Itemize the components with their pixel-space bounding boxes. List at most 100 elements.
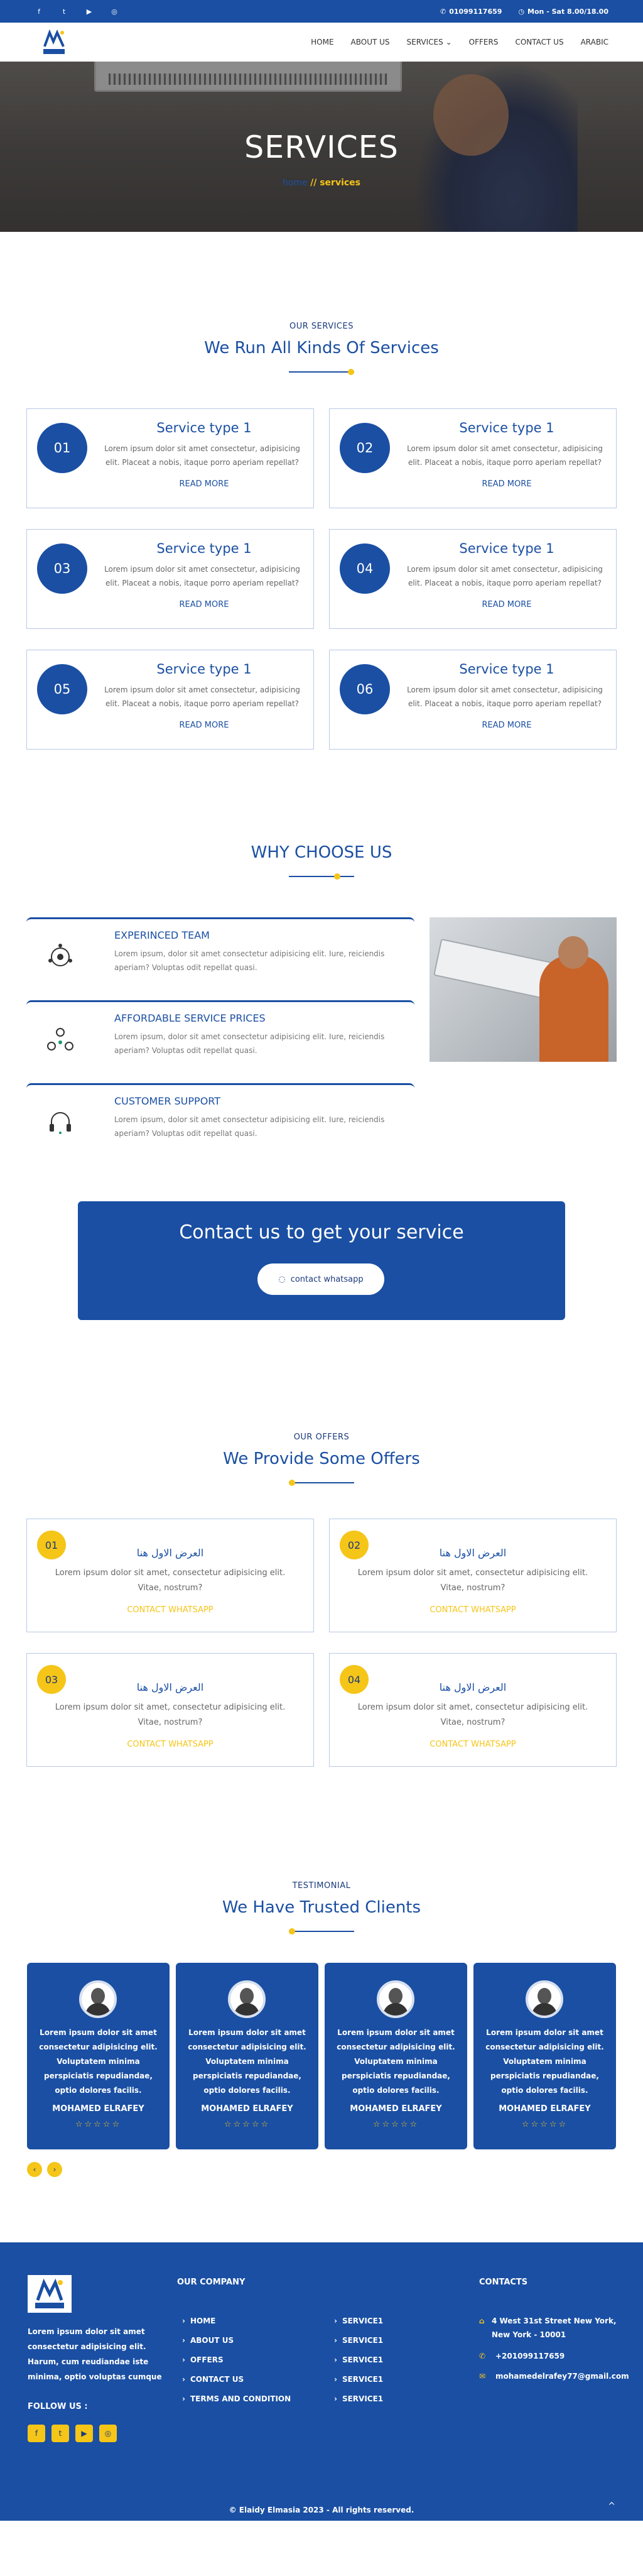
read-more-link[interactable]: READ MORE xyxy=(101,721,307,730)
breadcrumb: home // services xyxy=(0,178,643,188)
footer-address: ⌂ 4 West 31st Street New York, New York … xyxy=(479,2314,617,2342)
testimonial-card: Lorem ipsum dolor sit amet consectetur a… xyxy=(473,1963,616,2149)
footer-email-text: mohamedelrafey77@gmail.com xyxy=(495,2372,629,2381)
section-divider xyxy=(289,1480,354,1486)
service-description: Lorem ipsum dolor sit amet consectetur, … xyxy=(407,444,603,467)
testimonial-text: Lorem ipsum dolor sit amet consectetur a… xyxy=(39,2028,158,2095)
service-card: 03 Service type 1 Lorem ipsum dolor sit … xyxy=(26,529,314,629)
service-description: Lorem ipsum dolor sit amet consectetur, … xyxy=(407,685,603,708)
footer-company-title: OUR COMPANY xyxy=(177,2278,246,2287)
service-title: Service type 1 xyxy=(459,662,554,677)
service-card: 01 Service type 1 Lorem ipsum dolor sit … xyxy=(26,408,314,508)
site-logo[interactable] xyxy=(41,28,67,57)
phone-icon: ✆ xyxy=(479,2352,486,2360)
footer-link-contact[interactable]: CONTACT US xyxy=(182,2375,291,2394)
nav-about[interactable]: ABOUT US xyxy=(351,38,390,46)
read-more-link[interactable]: READ MORE xyxy=(101,600,307,609)
nav-services[interactable]: SERVICES ⌄ xyxy=(407,38,452,46)
why-item: AFFORDABLE SERVICE PRICES Lorem ipsum, d… xyxy=(26,1000,414,1074)
footer-contacts-title: CONTACTS xyxy=(479,2278,528,2287)
contact-section: Contact us to get your service ◌ contact… xyxy=(0,1147,643,1320)
footer: Lorem ipsum dolor sit amet consectetur a… xyxy=(0,2242,643,2521)
section-divider xyxy=(289,1928,354,1935)
service-description: Lorem ipsum dolor sit amet consectetur, … xyxy=(104,565,300,587)
testimonial-name: MOHAMED ELRAFEY xyxy=(201,2104,293,2114)
why-item-title: CUSTOMER SUPPORT xyxy=(114,1095,221,1107)
testimonial-name: MOHAMED ELRAFEY xyxy=(52,2104,144,2114)
footer-link-about[interactable]: ABOUT US xyxy=(182,2336,291,2355)
avatar xyxy=(228,1980,266,2018)
read-more-link[interactable]: READ MORE xyxy=(101,479,307,489)
testimonial-name: MOHAMED ELRAFEY xyxy=(499,2104,591,2114)
testimonials-carousel: Lorem ipsum dolor sit amet consectetur a… xyxy=(27,1963,616,2149)
mail-icon: ✉ xyxy=(479,2372,486,2381)
services-grid: 01 Service type 1 Lorem ipsum dolor sit … xyxy=(26,408,617,750)
star-rating: ☆☆☆☆☆ xyxy=(372,2120,419,2129)
offers-section: OUR OFFERS We Provide Some Offers 01 الع… xyxy=(0,1320,643,1767)
footer-phone[interactable]: ✆ +201099117659 xyxy=(479,2349,565,2363)
footer-link-home[interactable]: HOME xyxy=(182,2317,291,2336)
facebook-icon[interactable]: f xyxy=(35,8,43,16)
instagram-icon[interactable]: ◎ xyxy=(99,2425,117,2442)
services-section: OUR SERVICES We Run All Kinds Of Service… xyxy=(0,232,643,750)
section-divider xyxy=(289,369,354,375)
service-number: 04 xyxy=(340,543,390,594)
scroll-top-button[interactable]: ^ xyxy=(608,2501,615,2511)
nav-offers[interactable]: OFFERS xyxy=(469,38,499,46)
footer-phone-text: +201099117659 xyxy=(495,2352,565,2360)
chevron-down-icon: ⌄ xyxy=(445,38,452,46)
nav-home[interactable]: HOME xyxy=(311,38,333,46)
copyright: © Elaidy Elmasia 2023 - All rights reser… xyxy=(229,2506,414,2514)
offer-card: 04 العرض الاول هنا Lorem ipsum dolor sit… xyxy=(329,1653,617,1767)
nav-arabic[interactable]: ARABIC xyxy=(581,38,608,46)
avatar xyxy=(377,1980,414,2018)
footer-service-links: SERVICE1 SERVICE1 SERVICE1 SERVICE1 SERV… xyxy=(334,2317,383,2414)
footer-link-service[interactable]: SERVICE1 xyxy=(334,2375,383,2394)
service-card: 05 Service type 1 Lorem ipsum dolor sit … xyxy=(26,650,314,750)
contact-whatsapp-button[interactable]: ◌ contact whatsapp xyxy=(257,1263,384,1295)
testimonials-title: We Have Trusted Clients xyxy=(222,1898,421,1917)
footer-link-terms[interactable]: TERMS AND CONDITION xyxy=(182,2394,291,2414)
why-item-desc: Lorem ipsum, dolor sit amet consectetur … xyxy=(114,1032,385,1055)
offer-whatsapp-link[interactable]: CONTACT WHATSAPP xyxy=(27,1740,313,1749)
top-phone[interactable]: ✆ 01099117659 xyxy=(440,8,502,16)
avatar xyxy=(526,1980,563,2018)
service-card: 02 Service type 1 Lorem ipsum dolor sit … xyxy=(329,408,617,508)
star-rating: ☆☆☆☆☆ xyxy=(224,2120,271,2129)
service-number: 01 xyxy=(37,423,87,473)
twitter-icon[interactable]: t xyxy=(60,8,68,16)
offer-whatsapp-link[interactable]: CONTACT WHATSAPP xyxy=(330,1605,616,1615)
offer-whatsapp-link[interactable]: CONTACT WHATSAPP xyxy=(330,1740,616,1749)
footer-logo[interactable] xyxy=(28,2275,72,2313)
logo-icon xyxy=(41,28,67,57)
breadcrumb-home[interactable]: home xyxy=(283,178,308,188)
footer-link-service[interactable]: SERVICE1 xyxy=(334,2317,383,2336)
read-more-link[interactable]: READ MORE xyxy=(404,479,610,489)
why-item-title: AFFORDABLE SERVICE PRICES xyxy=(114,1012,266,1024)
instagram-icon[interactable]: ◎ xyxy=(110,8,119,16)
footer-link-service[interactable]: SERVICE1 xyxy=(334,2355,383,2375)
offer-card: 01 العرض الاول هنا Lorem ipsum dolor sit… xyxy=(26,1519,314,1632)
footer-link-offers[interactable]: OFFERS xyxy=(182,2355,291,2375)
testimonial-text: Lorem ipsum dolor sit amet consectetur a… xyxy=(485,2028,604,2095)
read-more-link[interactable]: READ MORE xyxy=(404,721,610,730)
carousel-prev-button[interactable]: ‹ xyxy=(27,2162,42,2177)
why-choose-section: WHY CHOOSE US EXPERINCED TEAM Lorem ipsu… xyxy=(0,750,643,1147)
read-more-link[interactable]: READ MORE xyxy=(404,600,610,609)
footer-link-service[interactable]: SERVICE1 xyxy=(334,2394,383,2414)
top-social-links: f t ▶ ◎ xyxy=(35,8,119,16)
carousel-controls: ‹ › xyxy=(27,2162,616,2177)
why-item: EXPERINCED TEAM Lorem ipsum, dolor sit a… xyxy=(26,917,414,991)
nav-contact[interactable]: CONTACT US xyxy=(515,38,563,46)
carousel-next-button[interactable]: › xyxy=(47,2162,62,2177)
section-divider xyxy=(289,873,354,880)
offer-whatsapp-link[interactable]: CONTACT WHATSAPP xyxy=(27,1605,313,1615)
youtube-icon[interactable]: ▶ xyxy=(75,2425,93,2442)
offer-description: Lorem ipsum dolor sit amet, consectetur … xyxy=(55,1568,286,1593)
youtube-icon[interactable]: ▶ xyxy=(85,8,94,16)
footer-link-service[interactable]: SERVICE1 xyxy=(334,2336,383,2355)
facebook-icon[interactable]: f xyxy=(28,2425,45,2442)
testimonials-subtitle: TESTIMONIAL xyxy=(292,1881,351,1891)
twitter-icon[interactable]: t xyxy=(51,2425,69,2442)
footer-email[interactable]: ✉ mohamedelrafey77@gmail.com xyxy=(479,2369,629,2383)
